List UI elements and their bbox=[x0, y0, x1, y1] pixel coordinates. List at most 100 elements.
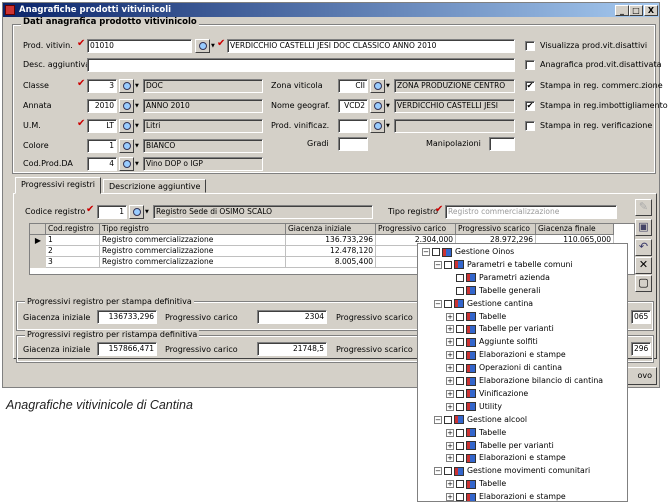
tree-checkbox[interactable] bbox=[456, 325, 464, 334]
tree-node[interactable]: + Tabelle bbox=[446, 477, 506, 490]
tree-checkbox[interactable] bbox=[456, 312, 464, 321]
expand-toggle-icon[interactable]: + bbox=[446, 480, 454, 489]
dropdown-arrow-icon[interactable]: ▼ bbox=[135, 99, 140, 113]
expand-toggle-icon[interactable]: + bbox=[446, 377, 454, 385]
search-icon[interactable] bbox=[129, 205, 144, 219]
tree-node[interactable]: − Parametri e tabelle comuni bbox=[434, 258, 573, 271]
search-icon[interactable] bbox=[119, 119, 134, 133]
undo-icon[interactable]: ↶ bbox=[635, 239, 652, 256]
grid-header[interactable]: Giacenza finale bbox=[536, 224, 614, 235]
codice-registro-field[interactable]: 1 bbox=[97, 205, 127, 219]
giacenza-iniziale-field[interactable]: 157866,471 bbox=[97, 342, 157, 356]
tree-node[interactable]: Tabelle generali bbox=[446, 284, 540, 297]
tree-checkbox[interactable] bbox=[456, 364, 464, 373]
dropdown-arrow-icon[interactable]: ▼ bbox=[386, 99, 391, 113]
tipo-registro-field[interactable]: Registro commercializzazione bbox=[445, 205, 617, 219]
table-cell[interactable]: 3 bbox=[46, 257, 100, 268]
table-cell[interactable]: 136.733,296 bbox=[286, 235, 376, 246]
expand-toggle-icon[interactable]: + bbox=[446, 338, 454, 347]
dropdown-arrow-icon[interactable]: ▼ bbox=[145, 205, 150, 219]
checkbox-visualizza-disattivi[interactable] bbox=[525, 41, 535, 51]
tree-node[interactable]: + Operazioni di cantina bbox=[446, 361, 562, 374]
tree-node[interactable]: − Gestione movimenti comunitari bbox=[434, 464, 590, 477]
search-icon[interactable] bbox=[119, 139, 134, 153]
tree-checkbox[interactable] bbox=[444, 467, 452, 476]
checkbox-stampa-verificazione[interactable] bbox=[525, 121, 535, 131]
tree-checkbox[interactable] bbox=[456, 286, 464, 295]
expand-toggle-icon[interactable]: + bbox=[446, 364, 454, 373]
save-icon[interactable]: ▣ bbox=[635, 219, 652, 236]
expand-toggle-icon[interactable]: − bbox=[434, 467, 442, 476]
tree-checkbox[interactable] bbox=[456, 402, 464, 411]
tree-node[interactable]: + Tabelle per varianti bbox=[446, 439, 554, 452]
search-icon[interactable] bbox=[370, 79, 385, 93]
giacenza-finale-field[interactable]: 296 bbox=[631, 342, 651, 356]
dropdown-arrow-icon[interactable]: ▼ bbox=[135, 79, 140, 93]
expand-toggle-icon[interactable]: + bbox=[446, 441, 454, 450]
tree-node[interactable]: − Gestione Oinos bbox=[422, 245, 514, 258]
tree-node[interactable]: + Aggiunte solfiti bbox=[446, 335, 538, 348]
grid-header[interactable]: Progressivo scarico bbox=[456, 224, 536, 235]
tab-progressivi-registri[interactable]: Progressivi registri bbox=[15, 177, 102, 194]
giacenza-iniziale-field[interactable]: 136733,296 bbox=[97, 310, 157, 324]
table-cell[interactable]: 2 bbox=[46, 246, 100, 257]
checkbox-anagrafica-disattivata[interactable] bbox=[525, 60, 535, 70]
checkbox-stampa-imbottigliamento[interactable]: ✔ bbox=[525, 101, 535, 111]
tree-checkbox[interactable] bbox=[456, 273, 464, 282]
grid-header[interactable]: Cod.registro bbox=[46, 224, 100, 235]
search-icon[interactable] bbox=[370, 99, 385, 113]
dropdown-arrow-icon[interactable]: ▼ bbox=[135, 139, 140, 153]
tree-checkbox[interactable] bbox=[444, 299, 452, 308]
prod-vitivin-desc-field[interactable]: VERDICCHIO CASTELLI JESI DOC CLASSICO AN… bbox=[227, 39, 515, 53]
classe-code-field[interactable]: 3 bbox=[87, 79, 117, 93]
tree-node[interactable]: Parametri azienda bbox=[446, 271, 550, 284]
checkbox-stampa-commerc[interactable]: ✔ bbox=[525, 81, 535, 91]
tree-checkbox[interactable] bbox=[456, 389, 464, 398]
expand-toggle-icon[interactable]: − bbox=[434, 260, 442, 269]
table-cell[interactable]: 8.005,400 bbox=[286, 257, 376, 268]
tree-node[interactable]: − Gestione alcool bbox=[434, 413, 527, 426]
expand-toggle-icon[interactable]: + bbox=[446, 312, 454, 321]
tree-checkbox[interactable] bbox=[456, 454, 464, 463]
tree-node[interactable]: + Tabelle per varianti bbox=[446, 322, 554, 335]
tree-node[interactable]: − Gestione cantina bbox=[434, 297, 533, 310]
expand-toggle-icon[interactable]: − bbox=[434, 415, 442, 424]
table-cell[interactable]: Registro commercializzazione bbox=[100, 246, 286, 257]
expand-toggle-icon[interactable]: + bbox=[446, 402, 454, 411]
progressivo-carico-field[interactable]: 21748,5 bbox=[257, 342, 327, 356]
zona-viticola-code-field[interactable]: CII bbox=[338, 79, 368, 93]
table-cell[interactable]: 1 bbox=[46, 235, 100, 246]
dropdown-arrow-icon[interactable]: ▼ bbox=[211, 39, 216, 53]
um-code-field[interactable]: LT bbox=[87, 119, 117, 133]
dropdown-arrow-icon[interactable]: ▼ bbox=[386, 119, 391, 133]
tree-node[interactable]: + Elaborazioni e stampe bbox=[446, 348, 566, 361]
dropdown-arrow-icon[interactable]: ▼ bbox=[135, 119, 140, 133]
progressivo-carico-field[interactable]: 2304 bbox=[257, 310, 327, 324]
prod-vinificaz-code-field[interactable] bbox=[338, 119, 368, 133]
giacenza-finale-field[interactable]: 065 bbox=[631, 310, 651, 324]
expand-toggle-icon[interactable]: − bbox=[422, 248, 430, 256]
tree-checkbox[interactable] bbox=[456, 351, 464, 360]
grid-header[interactable]: Giacenza iniziale bbox=[286, 224, 376, 235]
expand-toggle-icon[interactable]: + bbox=[446, 454, 454, 463]
dropdown-arrow-icon[interactable]: ▼ bbox=[135, 157, 140, 171]
tree-checkbox[interactable] bbox=[456, 428, 464, 437]
new-record-icon[interactable]: ▢ bbox=[635, 275, 652, 292]
search-icon[interactable] bbox=[195, 39, 210, 53]
tree-checkbox[interactable] bbox=[456, 441, 464, 450]
expand-toggle-icon[interactable]: − bbox=[434, 299, 442, 308]
prod-vitivin-code-field[interactable]: 01010 bbox=[87, 39, 192, 53]
tree-node[interactable]: + Tabelle bbox=[446, 426, 506, 439]
table-cell[interactable]: Registro commercializzazione bbox=[100, 257, 286, 268]
table-cell[interactable]: 12.478,120 bbox=[286, 246, 376, 257]
row-selector[interactable] bbox=[30, 246, 46, 257]
gradi-field[interactable] bbox=[338, 137, 368, 151]
tree-checkbox[interactable] bbox=[444, 415, 452, 424]
colore-code-field[interactable]: 1 bbox=[87, 139, 117, 153]
tree-checkbox[interactable] bbox=[444, 260, 452, 269]
tree-node[interactable]: + Elaborazioni e stampe bbox=[446, 451, 566, 464]
manipolazioni-field[interactable] bbox=[489, 137, 515, 151]
close-button[interactable]: X bbox=[644, 5, 658, 16]
expand-toggle-icon[interactable]: + bbox=[446, 351, 454, 360]
annata-code-field[interactable]: 2010 bbox=[87, 99, 117, 113]
